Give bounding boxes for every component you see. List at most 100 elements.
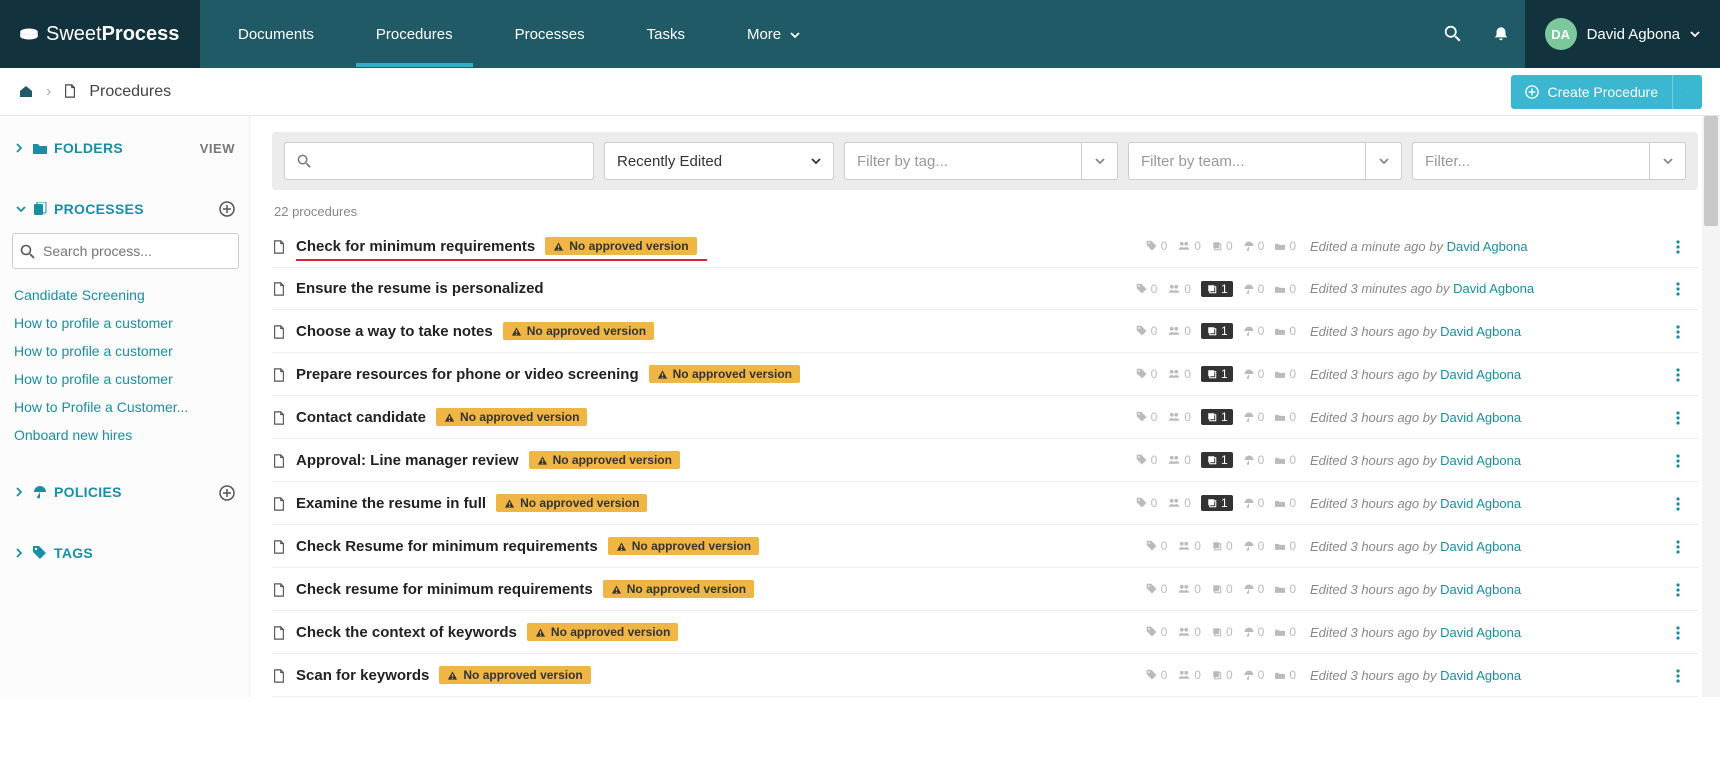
nav-documents[interactable]: Documents	[238, 2, 314, 67]
editor-link[interactable]: David Agbona	[1440, 496, 1521, 511]
procedure-title[interactable]: Check for minimum requirements	[296, 238, 535, 255]
filter-status[interactable]: Filter...	[1412, 142, 1686, 180]
procedure-row[interactable]: Contact candidate No approved version 0 …	[272, 396, 1698, 439]
scrollbar-thumb[interactable]	[1704, 116, 1718, 226]
procedure-row[interactable]: Check for minimum requirements No approv…	[272, 225, 1698, 268]
tag-count: 0	[1136, 367, 1158, 381]
procedure-row[interactable]: Check Resume for minimum requirements No…	[272, 525, 1698, 568]
sidebar-policies[interactable]: POLICIES	[12, 473, 239, 510]
row-menu[interactable]	[1664, 538, 1692, 555]
filter-tag[interactable]: Filter by tag...	[844, 142, 1118, 180]
row-menu[interactable]	[1664, 667, 1692, 684]
add-process-icon[interactable]	[219, 200, 235, 217]
policy-count: 0	[1243, 282, 1265, 296]
procedure-title[interactable]: Ensure the resume is personalized	[296, 280, 544, 297]
row-stats: 0 0 1 0 0	[1086, 281, 1296, 297]
procedure-title[interactable]: Check resume for minimum requirements	[296, 581, 593, 598]
editor-link[interactable]: David Agbona	[1440, 625, 1521, 640]
procedure-row[interactable]: Check the context of keywords No approve…	[272, 611, 1698, 654]
procedure-row[interactable]: Prepare resources for phone or video scr…	[272, 353, 1698, 396]
procedure-title[interactable]: Examine the resume in full	[296, 495, 486, 512]
editor-link[interactable]: David Agbona	[1453, 281, 1534, 296]
edited-by: Edited 3 hours ago by David Agbona	[1310, 582, 1650, 597]
sidebar-item[interactable]: Onboard new hires	[12, 421, 239, 449]
nav-more[interactable]: More	[747, 2, 800, 67]
editor-link[interactable]: David Agbona	[1440, 410, 1521, 425]
row-menu[interactable]	[1664, 237, 1692, 254]
bell-icon[interactable]	[1477, 0, 1525, 68]
row-menu[interactable]	[1664, 495, 1692, 512]
procedure-title[interactable]: Check the context of keywords	[296, 624, 517, 641]
scrollbar[interactable]	[1702, 116, 1720, 697]
chevron-right-icon	[16, 548, 26, 558]
sidebar-item[interactable]: How to profile a customer	[12, 309, 239, 337]
sidebar-view[interactable]: VIEW	[200, 141, 235, 156]
procedure-row[interactable]: Examine the resume in full No approved v…	[272, 482, 1698, 525]
sidebar-item[interactable]: How to Profile a Customer...	[12, 393, 239, 421]
filter-sort[interactable]: Recently Edited	[604, 142, 834, 180]
sidebar-folders[interactable]: FOLDERS VIEW	[12, 130, 239, 166]
sidebar-item[interactable]: How to profile a customer	[12, 337, 239, 365]
nav-processes[interactable]: Processes	[515, 2, 585, 67]
editor-link[interactable]: David Agbona	[1440, 668, 1521, 683]
row-menu[interactable]	[1664, 452, 1692, 469]
home-icon[interactable]	[18, 83, 34, 101]
row-stats: 0 0 1 0 0	[1086, 409, 1296, 425]
editor-link[interactable]: David Agbona	[1440, 539, 1521, 554]
sidebar-tags[interactable]: TAGS	[12, 535, 239, 571]
edited-by: Edited 3 hours ago by David Agbona	[1310, 496, 1650, 511]
procedure-row[interactable]: Approval: Line manager review No approve…	[272, 439, 1698, 482]
users-count: 0	[1177, 668, 1201, 682]
procedure-title[interactable]: Scan for keywords	[296, 667, 429, 684]
filter-team[interactable]: Filter by team...	[1128, 142, 1402, 180]
sidebar-item[interactable]: How to profile a customer	[12, 365, 239, 393]
editor-link[interactable]: David Agbona	[1440, 367, 1521, 382]
procedure-title[interactable]: Choose a way to take notes	[296, 323, 493, 340]
editor-link[interactable]: David Agbona	[1440, 582, 1521, 597]
nav-tasks[interactable]: Tasks	[647, 2, 685, 67]
sidebar-item[interactable]: Candidate Screening	[12, 281, 239, 309]
stack-count: 0	[1211, 582, 1233, 596]
procedure-row[interactable]: Choose a way to take notes No approved v…	[272, 310, 1698, 353]
policy-count: 0	[1243, 324, 1265, 338]
edited-by: Edited 3 hours ago by David Agbona	[1310, 668, 1650, 683]
row-menu[interactable]	[1664, 409, 1692, 426]
sub-bar: › Procedures Create Procedure	[0, 68, 1720, 116]
user-menu[interactable]: DA David Agbona	[1525, 0, 1720, 68]
add-policy-icon[interactable]	[219, 483, 235, 500]
procedure-title[interactable]: Check Resume for minimum requirements	[296, 538, 598, 555]
sidebar-search-input[interactable]	[12, 233, 239, 269]
search-icon[interactable]	[1429, 0, 1477, 68]
editor-link[interactable]: David Agbona	[1440, 453, 1521, 468]
row-menu[interactable]	[1664, 323, 1692, 340]
row-menu[interactable]	[1664, 366, 1692, 383]
create-procedure-button[interactable]: Create Procedure	[1511, 75, 1672, 109]
row-stats: 0 0 1 0 0	[1086, 323, 1296, 339]
chevron-down-icon[interactable]	[1082, 142, 1118, 180]
stack-count: 1	[1201, 495, 1233, 511]
chevron-down-icon	[811, 156, 821, 166]
doc-icon	[272, 409, 286, 426]
editor-link[interactable]: David Agbona	[1447, 239, 1528, 254]
filter-search[interactable]	[284, 142, 594, 180]
procedure-title[interactable]: Contact candidate	[296, 409, 426, 426]
create-procedure-caret[interactable]	[1672, 75, 1702, 109]
chevron-down-icon[interactable]	[1650, 142, 1686, 180]
folder-count: 0	[1274, 367, 1296, 381]
nav-procedures[interactable]: Procedures	[376, 2, 453, 67]
row-stats: 0 0 0 0 0	[1086, 239, 1296, 253]
procedure-row[interactable]: Ensure the resume is personalized 0 0 1 …	[272, 268, 1698, 310]
row-menu[interactable]	[1664, 280, 1692, 297]
tag-count: 0	[1146, 239, 1168, 253]
logo[interactable]: SweetProcess	[0, 0, 200, 68]
procedure-row[interactable]: Check resume for minimum requirements No…	[272, 568, 1698, 611]
tag-count: 0	[1136, 410, 1158, 424]
chevron-down-icon[interactable]	[1366, 142, 1402, 180]
procedure-title[interactable]: Prepare resources for phone or video scr…	[296, 366, 639, 383]
row-menu[interactable]	[1664, 581, 1692, 598]
procedure-row[interactable]: Scan for keywords No approved version 0 …	[272, 654, 1698, 697]
row-menu[interactable]	[1664, 624, 1692, 641]
sidebar-processes[interactable]: PROCESSES	[12, 190, 239, 227]
editor-link[interactable]: David Agbona	[1440, 324, 1521, 339]
procedure-title[interactable]: Approval: Line manager review	[296, 452, 519, 469]
